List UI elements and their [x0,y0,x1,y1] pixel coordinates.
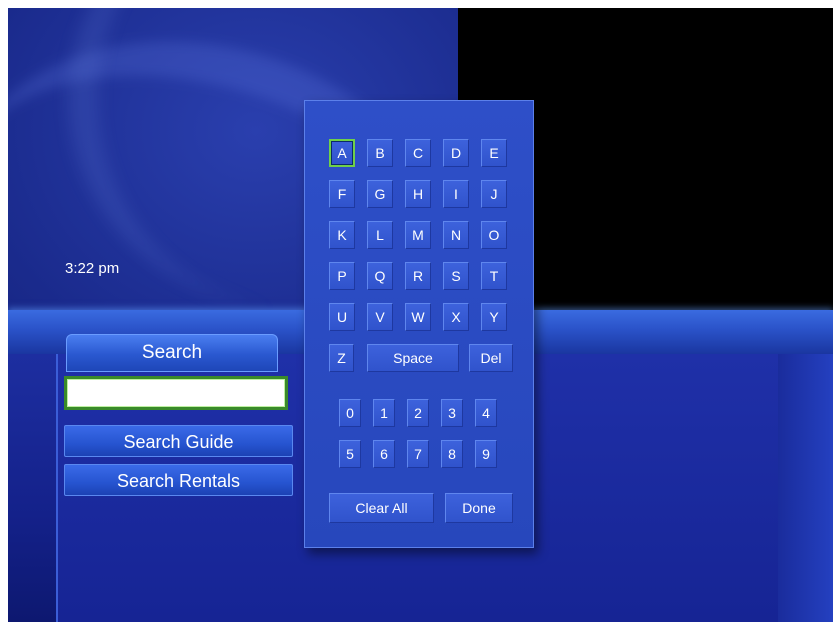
key-letter[interactable]: C [405,139,431,167]
key-letter[interactable]: X [443,303,469,331]
key-digit[interactable]: 0 [339,399,361,427]
key-digit[interactable]: 8 [441,440,463,468]
search-input[interactable] [64,376,288,410]
key-letter[interactable]: H [405,180,431,208]
key-space[interactable]: Space [367,344,459,372]
key-delete[interactable]: Del [469,344,513,372]
key-letter[interactable]: P [329,262,355,290]
key-letter[interactable]: T [481,262,507,290]
key-letter[interactable]: N [443,221,469,249]
key-letter[interactable]: I [443,180,469,208]
search-rentals-button[interactable]: Search Rentals [64,464,293,496]
key-letter[interactable]: V [367,303,393,331]
search-guide-button[interactable]: Search Guide [64,425,293,457]
key-letter[interactable]: E [481,139,507,167]
key-z[interactable]: Z [329,344,354,372]
key-digit[interactable]: 7 [407,440,429,468]
key-letter[interactable]: G [367,180,393,208]
key-letter[interactable]: W [405,303,431,331]
clock-time: 3:22 pm [65,260,120,277]
key-letter[interactable]: Q [367,262,393,290]
key-letter[interactable]: F [329,180,355,208]
search-tab[interactable]: Search [66,334,278,372]
key-letter[interactable]: R [405,262,431,290]
tv-screen: 3:22 pm Search Search Guide Search Renta… [8,8,833,622]
key-digit[interactable]: 6 [373,440,395,468]
key-digit[interactable]: 3 [441,399,463,427]
key-digit[interactable]: 2 [407,399,429,427]
key-letter[interactable]: M [405,221,431,249]
key-letter[interactable]: L [367,221,393,249]
onscreen-keyboard: ABCDE FGHIJ KLMNO PQRST UVWXY Z Space Del 01… [304,100,534,548]
key-digit[interactable]: 9 [475,440,497,468]
key-digit[interactable]: 1 [373,399,395,427]
key-letter[interactable]: K [329,221,355,249]
key-letter[interactable]: U [329,303,355,331]
key-letter[interactable]: S [443,262,469,290]
clear-all-button[interactable]: Clear All [329,493,434,523]
done-button[interactable]: Done [445,493,513,523]
key-letter[interactable]: D [443,139,469,167]
key-letter[interactable]: J [481,180,507,208]
right-edge [778,354,833,622]
key-letter[interactable]: O [481,221,507,249]
key-digit[interactable]: 4 [475,399,497,427]
key-letter-selected[interactable]: A [329,139,355,167]
key-letter[interactable]: B [367,139,393,167]
key-letter[interactable]: Y [481,303,507,331]
key-digit[interactable]: 5 [339,440,361,468]
